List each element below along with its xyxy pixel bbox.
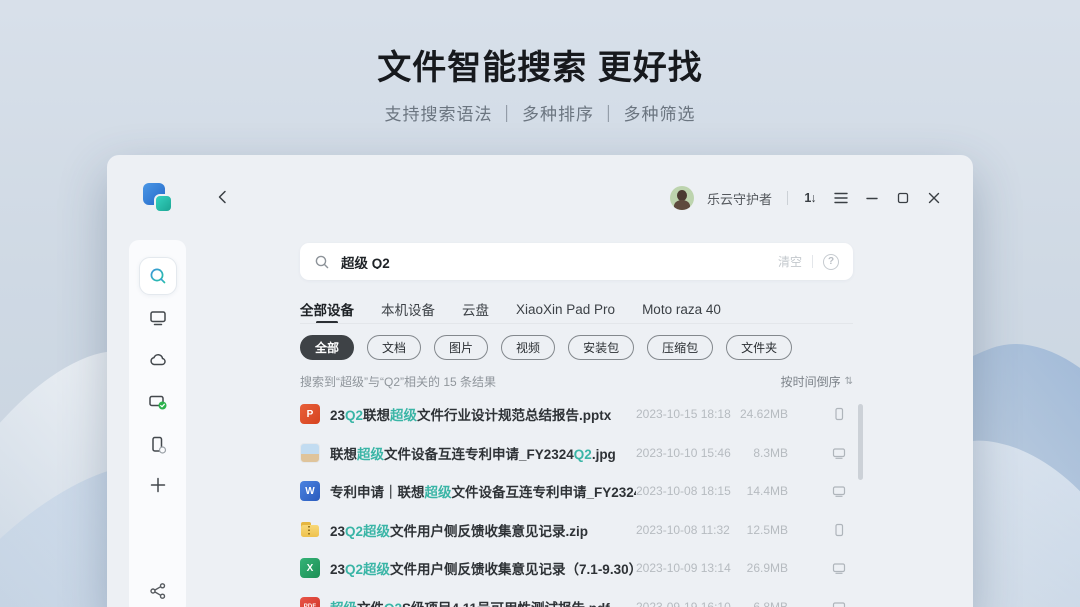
- search-input[interactable]: [341, 254, 778, 269]
- file-name: 超级文件Q2S级项目4.11号可用性测试报告.pdf: [330, 597, 636, 607]
- results-meta: 搜索到“超级”与“Q2”相关的 15 条结果 按时间倒序 ⇅: [300, 373, 853, 390]
- file-date: 2023-09-19 16:10: [636, 600, 728, 607]
- table-row[interactable]: X 23Q2超级文件用户侧反馈收集意见记录（7.1-9.30）.xls2023-1…: [300, 549, 860, 588]
- pc-device-icon: [818, 483, 860, 499]
- file-date: 2023-10-08 11:32: [636, 523, 728, 537]
- file-date: 2023-10-15 18:18: [636, 407, 728, 421]
- pptx-file-icon: P: [300, 404, 320, 424]
- sidebar-item-this-pc[interactable]: [148, 308, 168, 328]
- search-divider: [812, 255, 813, 268]
- filter-chip[interactable]: 全部: [300, 335, 354, 360]
- filter-chips: 全部文档图片视频安装包压缩包文件夹: [300, 335, 792, 360]
- pc-device-icon: [818, 560, 860, 576]
- sort-order-icon[interactable]: 1↓: [801, 189, 819, 207]
- menu-icon[interactable]: [832, 189, 850, 207]
- maximize-button[interactable]: [894, 189, 912, 207]
- file-size: 8.3MB: [728, 446, 788, 460]
- file-size: 14.4MB: [728, 484, 788, 498]
- help-icon[interactable]: ?: [823, 254, 839, 270]
- device-tab[interactable]: XiaoXin Pad Pro: [516, 302, 615, 317]
- tabs-separator: [300, 323, 853, 324]
- phone-device-icon: [818, 406, 860, 422]
- device-tab[interactable]: 本机设备: [381, 299, 435, 319]
- file-size: 24.62MB: [728, 407, 788, 421]
- share-icon[interactable]: [149, 582, 167, 600]
- file-name: 23Q2联想超级文件行业设计规范总结报告.pptx: [330, 404, 636, 424]
- file-name: 23Q2超级文件用户侧反馈收集意见记录（7.1-9.30）.xls: [330, 558, 636, 578]
- zip-file-icon: [300, 520, 320, 540]
- pc-device-icon: [818, 599, 860, 607]
- file-list: P 23Q2联想超级文件行业设计规范总结报告.pptx2023-10-15 18:…: [300, 395, 860, 607]
- back-button[interactable]: [213, 188, 231, 206]
- results-summary: 搜索到“超级”与“Q2”相关的 15 条结果: [300, 373, 496, 390]
- file-name: 联想超级文件设备互连专利申请_FY2324Q2.jpg: [330, 443, 636, 463]
- device-tab[interactable]: 云盘: [462, 299, 489, 319]
- xls-file-icon: X: [300, 558, 320, 578]
- app-window: 乐云守护者 1↓: [107, 155, 973, 607]
- sort-label: 按时间倒序: [781, 373, 841, 390]
- sort-caret-icon: ⇅: [845, 376, 853, 387]
- docx-file-icon: W: [300, 481, 320, 501]
- filter-chip[interactable]: 文件夹: [726, 335, 792, 360]
- minimize-button[interactable]: [863, 189, 881, 207]
- titlebar-divider: [787, 191, 788, 205]
- pdf-file-icon: PDF: [300, 597, 320, 607]
- filter-chip[interactable]: 视频: [501, 335, 555, 360]
- sort-dropdown[interactable]: 按时间倒序 ⇅: [781, 373, 853, 390]
- clear-search-button[interactable]: 清空: [778, 253, 802, 270]
- phone-device-icon: [818, 522, 860, 538]
- table-row[interactable]: 联想超级文件设备互连专利申请_FY2324Q2.jpg2023-10-10 15…: [300, 434, 860, 473]
- page-title: 文件智能搜索 更好找: [0, 40, 1080, 89]
- file-name: 23Q2超级文件用户侧反馈收集意见记录.zip: [330, 520, 636, 540]
- sidebar-item-add[interactable]: [149, 476, 167, 494]
- table-row[interactable]: P 23Q2联想超级文件行业设计规范总结报告.pptx2023-10-15 18:…: [300, 395, 860, 434]
- filter-chip[interactable]: 图片: [434, 335, 488, 360]
- jpg-file-icon: [300, 443, 320, 463]
- search-bar: 清空 ?: [300, 243, 853, 280]
- filter-chip[interactable]: 安装包: [568, 335, 634, 360]
- device-tab[interactable]: 全部设备: [300, 299, 354, 319]
- sidebar-item-cloud[interactable]: [148, 350, 168, 370]
- file-size: 26.9MB: [728, 561, 788, 575]
- search-icon: [314, 254, 330, 270]
- file-size: 12.5MB: [728, 523, 788, 537]
- sidebar: [129, 240, 186, 607]
- table-row[interactable]: W 专利申请｜联想超级文件设备互连专利申请_FY2324Q2.docx2023-1…: [300, 472, 860, 511]
- page-subtitle: 支持搜索语法 ｜ 多种排序 ｜ 多种筛选: [0, 100, 1080, 125]
- sidebar-item-search[interactable]: [139, 257, 177, 295]
- device-tabs: 全部设备 本机设备 云盘 XiaoXin Pad Pro Moto raza 40: [300, 298, 721, 320]
- close-button[interactable]: [925, 189, 943, 207]
- file-date: 2023-10-10 15:46: [636, 446, 728, 460]
- titlebar-controls: 乐云守护者 1↓: [670, 185, 943, 211]
- filter-chip[interactable]: 压缩包: [647, 335, 713, 360]
- filter-chip[interactable]: 文档: [367, 335, 421, 360]
- avatar[interactable]: [670, 186, 694, 210]
- app-logo-icon: [143, 183, 179, 217]
- scrollbar-thumb[interactable]: [858, 404, 863, 480]
- file-date: 2023-10-09 13:14: [636, 561, 728, 575]
- table-row[interactable]: PDF 超级文件Q2S级项目4.11号可用性测试报告.pdf2023-09-19 …: [300, 588, 860, 607]
- device-tab[interactable]: Moto raza 40: [642, 302, 721, 317]
- sidebar-item-phone[interactable]: [148, 435, 168, 455]
- file-name: 专利申请｜联想超级文件设备互连专利申请_FY2324Q2.docx: [330, 481, 636, 501]
- user-name[interactable]: 乐云守护者: [707, 189, 772, 208]
- file-size: 6.8MB: [728, 600, 788, 607]
- sidebar-item-device-connected[interactable]: [147, 392, 169, 412]
- file-date: 2023-10-08 18:15: [636, 484, 728, 498]
- pc-device-icon: [818, 445, 860, 461]
- table-row[interactable]: 23Q2超级文件用户侧反馈收集意见记录.zip2023-10-08 11:321…: [300, 511, 860, 550]
